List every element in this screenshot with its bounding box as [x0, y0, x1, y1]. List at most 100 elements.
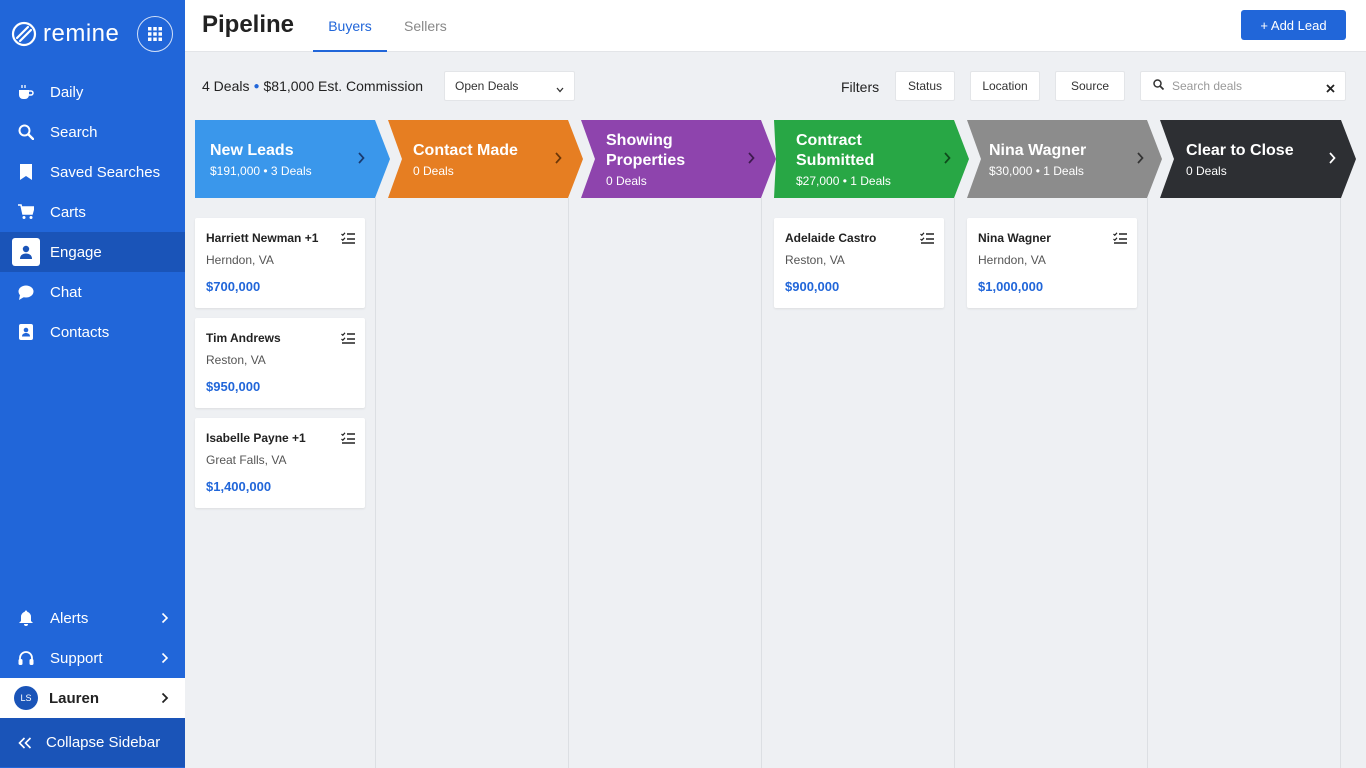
contacts-icon [17, 323, 35, 341]
collapse-sidebar-label: Collapse Sidebar [46, 734, 161, 751]
deal-price: $700,000 [206, 279, 261, 294]
task-list-icon[interactable] [341, 231, 355, 249]
sidebar-item-search[interactable]: Search [0, 112, 185, 152]
search-deals-input[interactable] [1172, 79, 1322, 93]
sidebar-item-label: Alerts [50, 609, 89, 627]
deal-price: $950,000 [206, 379, 261, 394]
add-lead-button[interactable]: + Add Lead [1241, 10, 1346, 40]
search-deals-box [1140, 71, 1346, 101]
chevron-right-icon [161, 611, 169, 628]
stage-contact-made[interactable]: Contact Made 0 Deals [388, 120, 583, 198]
user-menu[interactable]: LS Lauren [0, 678, 185, 718]
stage-new-leads[interactable]: New Leads $191,000 • 3 Deals [195, 120, 390, 198]
brand-name: remine [43, 19, 120, 47]
column-divider [954, 198, 955, 768]
location-filter-button[interactable]: Location [970, 71, 1040, 101]
deal-location: Herndon, VA [206, 253, 274, 267]
coffee-icon [17, 83, 35, 101]
column-divider [375, 198, 376, 768]
headset-icon [17, 649, 35, 667]
task-list-icon[interactable] [341, 331, 355, 349]
deal-location: Great Falls, VA [206, 453, 287, 467]
sidebar-item-daily[interactable]: Daily [0, 72, 185, 112]
sidebar-nav: Daily Search Saved Searches Carts Engage… [0, 72, 185, 352]
deal-location: Herndon, VA [978, 253, 1046, 267]
column-divider [1340, 198, 1341, 768]
stage-clear-to-close[interactable]: Clear to Close 0 Deals [1160, 120, 1356, 198]
sidebar-item-saved-searches[interactable]: Saved Searches [0, 152, 185, 192]
deal-card[interactable]: Nina Wagner Herndon, VA $1,000,000 [967, 218, 1137, 308]
deal-contact-name: Harriett Newman +1 [206, 231, 319, 245]
person-icon [12, 238, 40, 266]
sidebar-item-label: Carts [50, 203, 86, 221]
logo[interactable]: remine [0, 0, 185, 67]
sidebar-item-label: Support [50, 649, 103, 667]
deal-card[interactable]: Adelaide Castro Reston, VA $900,000 [774, 218, 944, 308]
column-divider [1147, 198, 1148, 768]
stage-summary: 0 Deals [606, 173, 647, 188]
task-list-icon[interactable] [341, 431, 355, 449]
deal-contact-name: Isabelle Payne +1 [206, 431, 306, 445]
deal-card[interactable]: Isabelle Payne +1 Great Falls, VA $1,400… [195, 418, 365, 508]
search-icon [17, 123, 35, 141]
stage-name: Contact Made [413, 141, 518, 159]
search-icon [1153, 77, 1165, 95]
deal-card[interactable]: Harriett Newman +1 Herndon, VA $700,000 [195, 218, 365, 308]
pipeline-summary: 4 Deals ● $81,000 Est. Commission [202, 78, 423, 94]
sidebar-bottom: Alerts Support LS Lauren Collapse Sideba… [0, 598, 185, 767]
sidebar-item-chat[interactable]: Chat [0, 272, 185, 312]
close-icon[interactable] [1326, 80, 1335, 98]
sidebar-item-alerts[interactable]: Alerts [0, 598, 185, 638]
deal-status-select[interactable]: Open Deals [444, 71, 575, 101]
grid-icon [148, 27, 162, 41]
deal-contact-name: Nina Wagner [978, 231, 1051, 245]
deal-contact-name: Adelaide Castro [785, 231, 877, 245]
filters-label: Filters [841, 79, 880, 95]
deal-status-value: Open Deals [455, 79, 519, 93]
chevron-right-icon [161, 651, 169, 668]
sidebar-item-label: Saved Searches [50, 163, 161, 181]
stage-showing-properties[interactable]: Showing Properties 0 Deals [581, 120, 776, 198]
page-title: Pipeline [202, 11, 295, 38]
remine-logo-icon [11, 21, 37, 47]
sidebar-item-label: Engage [50, 243, 102, 261]
source-filter-button[interactable]: Source [1055, 71, 1125, 101]
apps-grid-button[interactable] [137, 16, 173, 52]
sidebar-item-support[interactable]: Support [0, 638, 185, 678]
deal-price: $1,400,000 [206, 479, 272, 494]
sidebar-item-label: Daily [50, 83, 84, 101]
chevron-down-icon [556, 82, 564, 96]
stage-summary: 0 Deals [1186, 163, 1227, 178]
stage-name: Nina Wagner [989, 141, 1087, 159]
deal-location: Reston, VA [785, 253, 845, 267]
task-list-icon[interactable] [920, 231, 934, 249]
top-bar: Pipeline Buyers Sellers + Add Lead [185, 0, 1366, 52]
stage-name: Contract Submitted [796, 131, 875, 169]
stage-nina-wagner[interactable]: Nina Wagner $30,000 • 1 Deals [967, 120, 1162, 198]
deal-contact-name: Tim Andrews [206, 331, 281, 345]
deal-count: 4 Deals [202, 78, 250, 94]
sidebar-item-engage[interactable]: Engage [0, 232, 185, 272]
est-commission: $81,000 Est. Commission [263, 78, 424, 94]
tab-buyers[interactable]: Buyers [313, 18, 387, 52]
stage-name: Showing Properties [606, 131, 686, 169]
sidebar-item-label: Search [50, 123, 98, 141]
sidebar-item-carts[interactable]: Carts [0, 192, 185, 232]
collapse-sidebar-button[interactable]: Collapse Sidebar [0, 718, 185, 767]
stage-contract-submitted[interactable]: Contract Submitted $27,000 • 1 Deals [774, 120, 969, 198]
stage-summary: $191,000 • 3 Deals [210, 163, 312, 178]
deal-card[interactable]: Tim Andrews Reston, VA $950,000 [195, 318, 365, 408]
chat-icon [17, 283, 35, 301]
tab-sellers[interactable]: Sellers [404, 18, 447, 52]
column-divider [568, 198, 569, 768]
deal-price: $1,000,000 [978, 279, 1044, 294]
bell-icon [17, 609, 35, 627]
status-filter-button[interactable]: Status [895, 71, 955, 101]
column-divider [761, 198, 762, 768]
stage-summary: 0 Deals [413, 163, 454, 178]
stage-name: New Leads [210, 141, 294, 159]
sidebar-item-contacts[interactable]: Contacts [0, 312, 185, 352]
sidebar-item-label: Chat [50, 283, 82, 301]
user-name: Lauren [49, 689, 100, 707]
task-list-icon[interactable] [1113, 231, 1127, 249]
